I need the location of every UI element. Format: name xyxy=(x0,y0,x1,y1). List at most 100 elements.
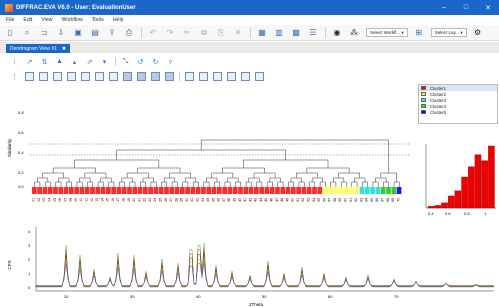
dendrogram-link xyxy=(169,172,191,178)
arrange-1-icon[interactable] xyxy=(185,72,194,81)
leaf-label: 46 xyxy=(270,198,274,202)
settings-gear-icon[interactable]: ⚙ xyxy=(473,28,483,38)
redo-icon[interactable]: ↷ xyxy=(165,28,175,38)
arrange-5-icon[interactable] xyxy=(241,72,250,81)
leaf-bar xyxy=(47,187,53,194)
leaf-bar xyxy=(333,187,338,194)
scan-icon[interactable]: ⇗ xyxy=(85,57,94,66)
leaf-bar xyxy=(95,187,101,194)
overlay-icon[interactable]: ▾ xyxy=(100,57,109,66)
leaf-bar xyxy=(375,187,381,194)
select-icon[interactable]: ⁝ xyxy=(10,57,19,66)
run-icon[interactable]: ◉ xyxy=(332,28,342,38)
print-icon[interactable]: ⎙ xyxy=(124,28,134,38)
leaf-bar xyxy=(275,187,280,194)
xrd-xtick: 30 xyxy=(130,294,135,299)
view-mode-10-icon[interactable] xyxy=(151,72,160,81)
rotate-right-icon[interactable]: ↻ xyxy=(151,57,160,66)
save-as-icon[interactable]: ▤ xyxy=(90,28,100,38)
xrd-pattern-plot[interactable]: CPS 4 3 2 1 0 20 30 40 50 60 70 2Theta xyxy=(6,225,496,307)
view-mode-9-icon[interactable] xyxy=(137,72,146,81)
undo-icon[interactable]: ↶ xyxy=(148,28,158,38)
report-icon[interactable]: ▦ xyxy=(257,28,267,38)
menu-edit[interactable]: Edit xyxy=(23,17,32,23)
leaf-bar xyxy=(291,187,296,194)
view-mode-11-icon[interactable] xyxy=(165,72,174,81)
dendrogram-yticks: 0,8 0,6 0,4 0,2 0,0 xyxy=(18,110,24,189)
leaf-bar xyxy=(328,187,333,194)
close-button[interactable]: ✕ xyxy=(477,0,499,15)
leaf-bar xyxy=(243,187,249,194)
maximize-button[interactable]: □ xyxy=(455,0,477,15)
cut-icon[interactable]: ✂ xyxy=(182,28,192,38)
save-icon[interactable]: ▣ xyxy=(73,28,83,38)
arrange-4-icon[interactable] xyxy=(227,72,236,81)
leaf-bar xyxy=(296,187,301,194)
menu-view[interactable]: View xyxy=(41,17,52,23)
tab-dendrogram-view[interactable]: Dendrogram View #1 ✖ xyxy=(6,44,70,53)
menu-file[interactable]: File xyxy=(6,17,14,23)
view-toolbar-1: ⁝ ↗ ⇅ ▲ ▴ ⇗ ▾ ⤡ ↺ ↻ ▿ xyxy=(10,55,181,68)
leaf-label: 11 xyxy=(85,198,89,202)
dendrogram-link xyxy=(44,181,51,187)
view-mode-4-icon[interactable] xyxy=(67,72,76,81)
copy-icon[interactable]: ⧉ xyxy=(199,28,209,38)
legend-item[interactable]: Cluster5 xyxy=(419,109,497,115)
close-tab-icon[interactable]: ✖ xyxy=(62,46,66,52)
view-mode-3-icon[interactable] xyxy=(53,72,62,81)
dendro-ytick: 0,8 xyxy=(18,110,24,115)
leaf-label: 26 xyxy=(164,198,168,202)
export-icon[interactable]: ⇪ xyxy=(107,28,117,38)
view-mode-7-icon[interactable] xyxy=(109,72,118,81)
leaf-label: 60 xyxy=(344,198,348,202)
pattern-icon[interactable]: ▲ xyxy=(55,57,64,66)
legend-swatch xyxy=(421,86,426,90)
grid-icon[interactable]: ▩ xyxy=(291,28,301,38)
workflow-icon[interactable]: ⁂ xyxy=(349,28,359,38)
workflow-dropdown[interactable]: Select Workfl... ▾ xyxy=(366,28,408,37)
layout-dropdown[interactable]: Select Lay... ▾ xyxy=(430,28,467,37)
dendrogram-plot[interactable]: Similarity 0,8 0,6 0,4 0,2 0,0 01 02 03 04 0… xyxy=(6,88,410,220)
delete-icon[interactable]: ✕ xyxy=(233,28,243,38)
dendrogram-link xyxy=(298,181,305,187)
view-mode-6-icon[interactable] xyxy=(95,72,104,81)
view-mode-2-icon[interactable] xyxy=(39,72,48,81)
cluster-legend[interactable]: Cluster1 Cluster2 Cluster3 Cluster4 Clus… xyxy=(418,84,498,124)
rotate-left-icon[interactable]: ↺ xyxy=(136,57,145,66)
similarity-histogram[interactable]: 0.4 0.6 0.8 1 xyxy=(418,140,499,220)
legend-label: Cluster3 xyxy=(430,97,447,103)
import-icon[interactable]: ⇩ xyxy=(56,28,66,38)
table-icon[interactable]: ▥ xyxy=(274,28,284,38)
menu-tools[interactable]: Tools xyxy=(92,17,104,23)
minimize-button[interactable]: – xyxy=(433,0,455,15)
list-icon[interactable]: ☰ xyxy=(308,28,318,38)
select-mode-icon[interactable]: ▿ xyxy=(166,57,175,66)
dendrogram-tree xyxy=(34,139,400,187)
leaf-label: 58 xyxy=(333,198,337,202)
view-mode-8-icon[interactable] xyxy=(123,72,132,81)
menu-workflow[interactable]: Workflow xyxy=(61,17,82,23)
arrange-6-icon[interactable] xyxy=(255,72,264,81)
xrd-ytick: 3 xyxy=(28,243,31,248)
new-file-icon[interactable]: ▯ xyxy=(5,28,15,38)
fit-icon[interactable]: ⤡ xyxy=(121,57,130,66)
leaf-bar xyxy=(74,187,79,194)
view-mode-5-icon[interactable] xyxy=(81,72,90,81)
arrange-2-icon[interactable] xyxy=(199,72,208,81)
menu-help[interactable]: Help xyxy=(113,17,124,23)
leaf-bar xyxy=(185,187,190,194)
paste-icon[interactable]: ⎘ xyxy=(216,28,226,38)
view-mode-1-icon[interactable] xyxy=(25,72,34,81)
layout-icon[interactable]: ⊞ xyxy=(414,28,424,38)
leaf-label: 21 xyxy=(137,198,141,202)
leaf-label: 49 xyxy=(285,198,289,202)
phase-icon[interactable]: ▴ xyxy=(70,57,79,66)
peak-icon[interactable]: ⇅ xyxy=(40,57,49,66)
zoom-icon[interactable]: ↗ xyxy=(25,57,34,66)
leaf-bar xyxy=(359,187,365,194)
arrange-3-icon[interactable] xyxy=(213,72,222,81)
open-scan-icon[interactable]: ⌕ xyxy=(22,28,32,38)
xrd-ytick: 4 xyxy=(28,229,31,234)
open-folder-icon[interactable]: ⊐ xyxy=(39,28,49,38)
dendrogram-leaf-bars xyxy=(32,187,402,194)
